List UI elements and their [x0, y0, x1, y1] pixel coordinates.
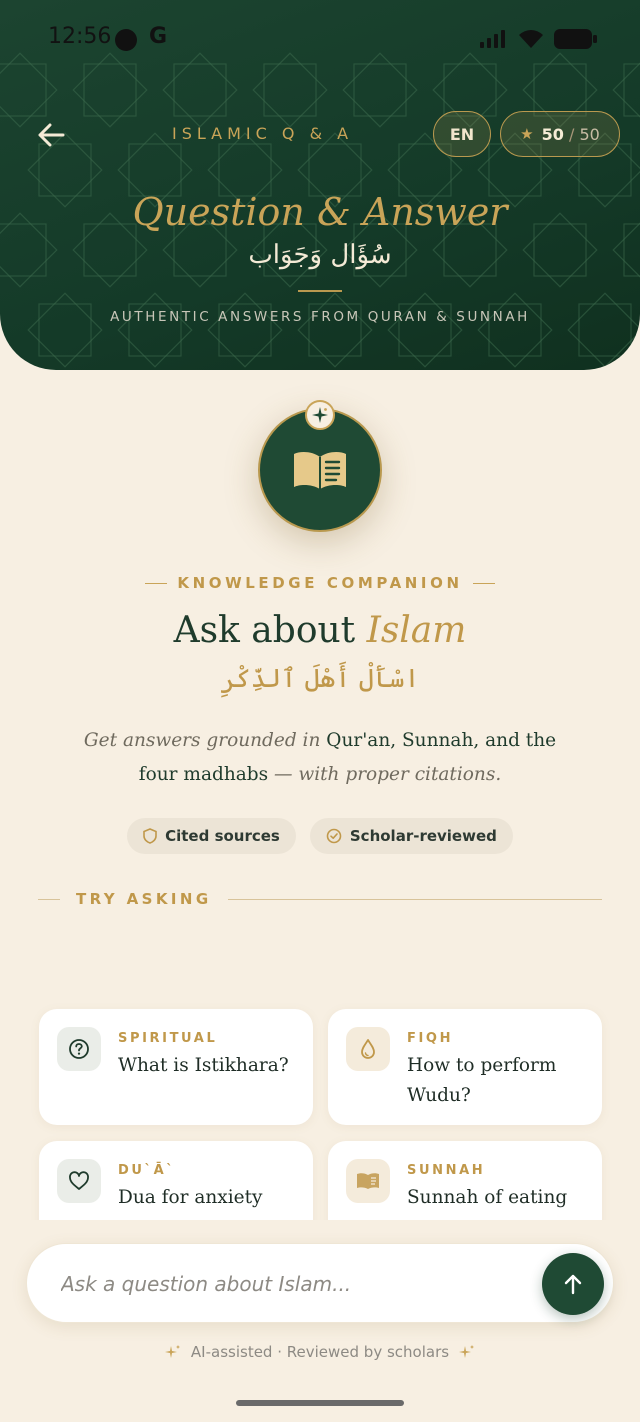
stars-separator: /	[568, 124, 575, 144]
sparkle-badge	[305, 400, 335, 430]
eyebrow-dash-right	[472, 582, 495, 585]
header-arabic-title: سُؤَال وَجَوَاب	[248, 240, 392, 270]
notification-dot-icon	[115, 29, 137, 51]
card-question: Dua for anxiety	[118, 1187, 263, 1208]
suggestion-card-wudu[interactable]: FIQH How to perform Wudu?	[328, 1009, 602, 1125]
star-icon: ★	[520, 125, 534, 143]
divider-short	[38, 898, 60, 900]
try-asking-divider: TRY ASKING	[38, 890, 602, 908]
card-category: SUNNAH	[407, 1163, 486, 1178]
back-button[interactable]	[34, 118, 68, 152]
card-category: FIQH	[407, 1031, 454, 1046]
battery-icon	[554, 29, 597, 49]
arrow-up-icon	[564, 1274, 582, 1295]
intro-title-main: Ask about	[173, 610, 367, 651]
stars-current: 50	[541, 124, 564, 144]
chip-label: Scholar-reviewed	[349, 827, 497, 845]
sparkle-icon	[164, 1345, 180, 1358]
header-divider	[298, 290, 342, 292]
language-toggle-button[interactable]: EN	[433, 111, 491, 157]
footer-note: AI-assisted · Reviewed by scholars	[0, 1343, 640, 1361]
card-category: SPIRITUAL	[118, 1031, 218, 1046]
sparkle-icon	[312, 407, 328, 423]
language-label: EN	[449, 124, 475, 144]
open-book-icon	[294, 452, 346, 489]
card-question: How to perform Wudu?	[407, 1055, 557, 1106]
knowledge-eyebrow: KNOWLEDGE COMPANION	[0, 574, 640, 592]
card-icon-box	[346, 1159, 390, 1203]
book-icon	[357, 1173, 379, 1189]
card-icon-box	[346, 1027, 390, 1071]
status-time: 12:56	[48, 24, 112, 49]
status-icons	[480, 28, 598, 50]
header-subtitle: AUTHENTIC ANSWERS FROM QURAN & SUNNAH	[110, 309, 530, 325]
card-icon-box	[57, 1159, 101, 1203]
eyebrow-text: KNOWLEDGE COMPANION	[177, 574, 463, 592]
question-input[interactable]	[61, 1264, 531, 1304]
check-circle-icon	[326, 828, 342, 844]
header-title: Question & Answer	[132, 190, 508, 234]
shield-icon	[143, 828, 157, 844]
question-circle-icon	[69, 1039, 89, 1059]
intro-description: Get answers grounded in Qur'an, Sunnah, …	[80, 724, 560, 792]
chip-label: Cited sources	[165, 827, 280, 845]
app-label: ISLAMIC Q & A	[172, 124, 354, 143]
app-notification-icon: G	[149, 24, 168, 49]
signal-icon	[480, 30, 505, 48]
header: 12:56 G ISLAMIC Q & A EN ★ 50 / 50 Quest…	[0, 0, 640, 370]
feature-chips: Cited sources Scholar-reviewed	[0, 818, 640, 854]
sparkle-icon	[459, 1345, 475, 1358]
intro-title: Ask about Islam	[0, 610, 640, 651]
desc-part2: — with proper citations.	[268, 764, 502, 785]
question-input-bar	[26, 1243, 614, 1323]
card-category: DU`Ā`	[118, 1163, 176, 1178]
arrow-left-icon	[38, 123, 65, 147]
intro-arabic-verse: اسْأَلْ أَهْلَ ٱلذِّكْرِ	[220, 664, 420, 694]
intro-title-accent: Islam	[366, 610, 467, 651]
card-question: What is Istikhara?	[118, 1055, 289, 1076]
chip-cited-sources: Cited sources	[127, 818, 296, 854]
stars-max: 50	[579, 124, 600, 144]
divider-long	[227, 898, 602, 900]
send-button[interactable]	[542, 1253, 604, 1315]
card-question: Sunnah of eating	[407, 1187, 568, 1208]
wifi-icon	[519, 30, 543, 48]
try-asking-label: TRY ASKING	[76, 890, 212, 908]
status-bar: 12:56 G	[0, 0, 640, 78]
home-indicator[interactable]	[236, 1400, 404, 1406]
desc-part1: Get answers grounded in	[83, 730, 327, 751]
footer-note-text: AI-assisted · Reviewed by scholars	[190, 1343, 450, 1361]
stars-counter[interactable]: ★ 50 / 50	[500, 111, 620, 157]
eyebrow-dash-left	[145, 582, 168, 585]
card-icon-box	[57, 1027, 101, 1071]
water-drop-icon	[361, 1039, 375, 1059]
heart-icon	[69, 1171, 89, 1190]
suggestion-card-istikhara[interactable]: SPIRITUAL What is Istikhara?	[39, 1009, 313, 1125]
chip-scholar-reviewed: Scholar-reviewed	[309, 818, 513, 854]
